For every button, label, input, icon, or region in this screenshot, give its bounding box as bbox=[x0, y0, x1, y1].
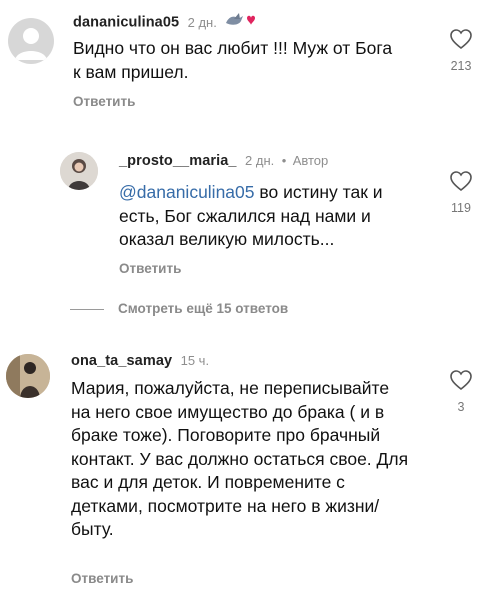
like-count: 3 bbox=[457, 400, 465, 414]
comment-header: _prosto__maria_ 2 дн. • Автор bbox=[119, 152, 328, 170]
heart-outline-icon bbox=[450, 171, 472, 192]
like-button[interactable]: 213 bbox=[441, 28, 481, 73]
comment-2: _prosto__maria_ 2 дн. • Автор @dananicul… bbox=[0, 140, 500, 300]
avatar-prosto-maria[interactable] bbox=[60, 152, 98, 190]
comment-text: Видно что он вас любит !!! Муж от Бога к… bbox=[73, 38, 393, 82]
comment-text: Мария, пожалуйста, не переписывайте на н… bbox=[71, 378, 409, 539]
view-more-replies[interactable]: Смотреть ещё 15 ответов bbox=[70, 300, 370, 320]
profile-photo-icon bbox=[60, 152, 98, 190]
profile-photo-icon bbox=[6, 354, 50, 398]
like-button[interactable]: 3 bbox=[441, 369, 481, 414]
like-button[interactable]: 119 bbox=[441, 170, 481, 215]
separator-dot: • bbox=[281, 153, 287, 168]
comment-header: ona_ta_samay 15 ч. bbox=[71, 352, 209, 370]
view-more-replies-label[interactable]: Смотреть ещё 15 ответов bbox=[118, 301, 288, 316]
comment-text: @dananiculina05 во истину так и есть, Бо… bbox=[119, 181, 411, 252]
heart-outline-icon bbox=[450, 29, 472, 50]
comment-1: dananiculina05 2 дн. Видно что он вас лю… bbox=[0, 0, 500, 120]
avatar-ona-ta-samay[interactable] bbox=[6, 354, 50, 398]
timestamp: 2 дн. bbox=[187, 14, 217, 30]
comment-3: ona_ta_samay 15 ч. Мария, пожалуйста, не… bbox=[0, 340, 500, 592]
timestamp: 2 дн. bbox=[245, 153, 275, 168]
like-count: 119 bbox=[451, 201, 471, 215]
author-badge: Автор bbox=[292, 153, 329, 168]
like-count: 213 bbox=[450, 59, 472, 73]
thread-line bbox=[70, 309, 104, 310]
avatar-default[interactable] bbox=[8, 18, 54, 64]
mention-link[interactable]: @dananiculina05 bbox=[119, 182, 255, 202]
reply-button[interactable]: Ответить bbox=[71, 571, 133, 586]
reply-button[interactable]: Ответить bbox=[119, 261, 181, 276]
timestamp: 15 ч. bbox=[180, 353, 210, 368]
heart-outline-icon bbox=[450, 370, 472, 391]
username[interactable]: ona_ta_samay bbox=[71, 353, 172, 369]
default-avatar-icon bbox=[15, 28, 47, 60]
dove-heart-emoji-icon bbox=[223, 10, 257, 35]
reply-button[interactable]: Ответить bbox=[73, 94, 135, 109]
username[interactable]: _prosto__maria_ bbox=[119, 153, 237, 169]
username[interactable]: dananiculina05 bbox=[73, 15, 179, 31]
comment-header: dananiculina05 2 дн. bbox=[73, 10, 257, 35]
